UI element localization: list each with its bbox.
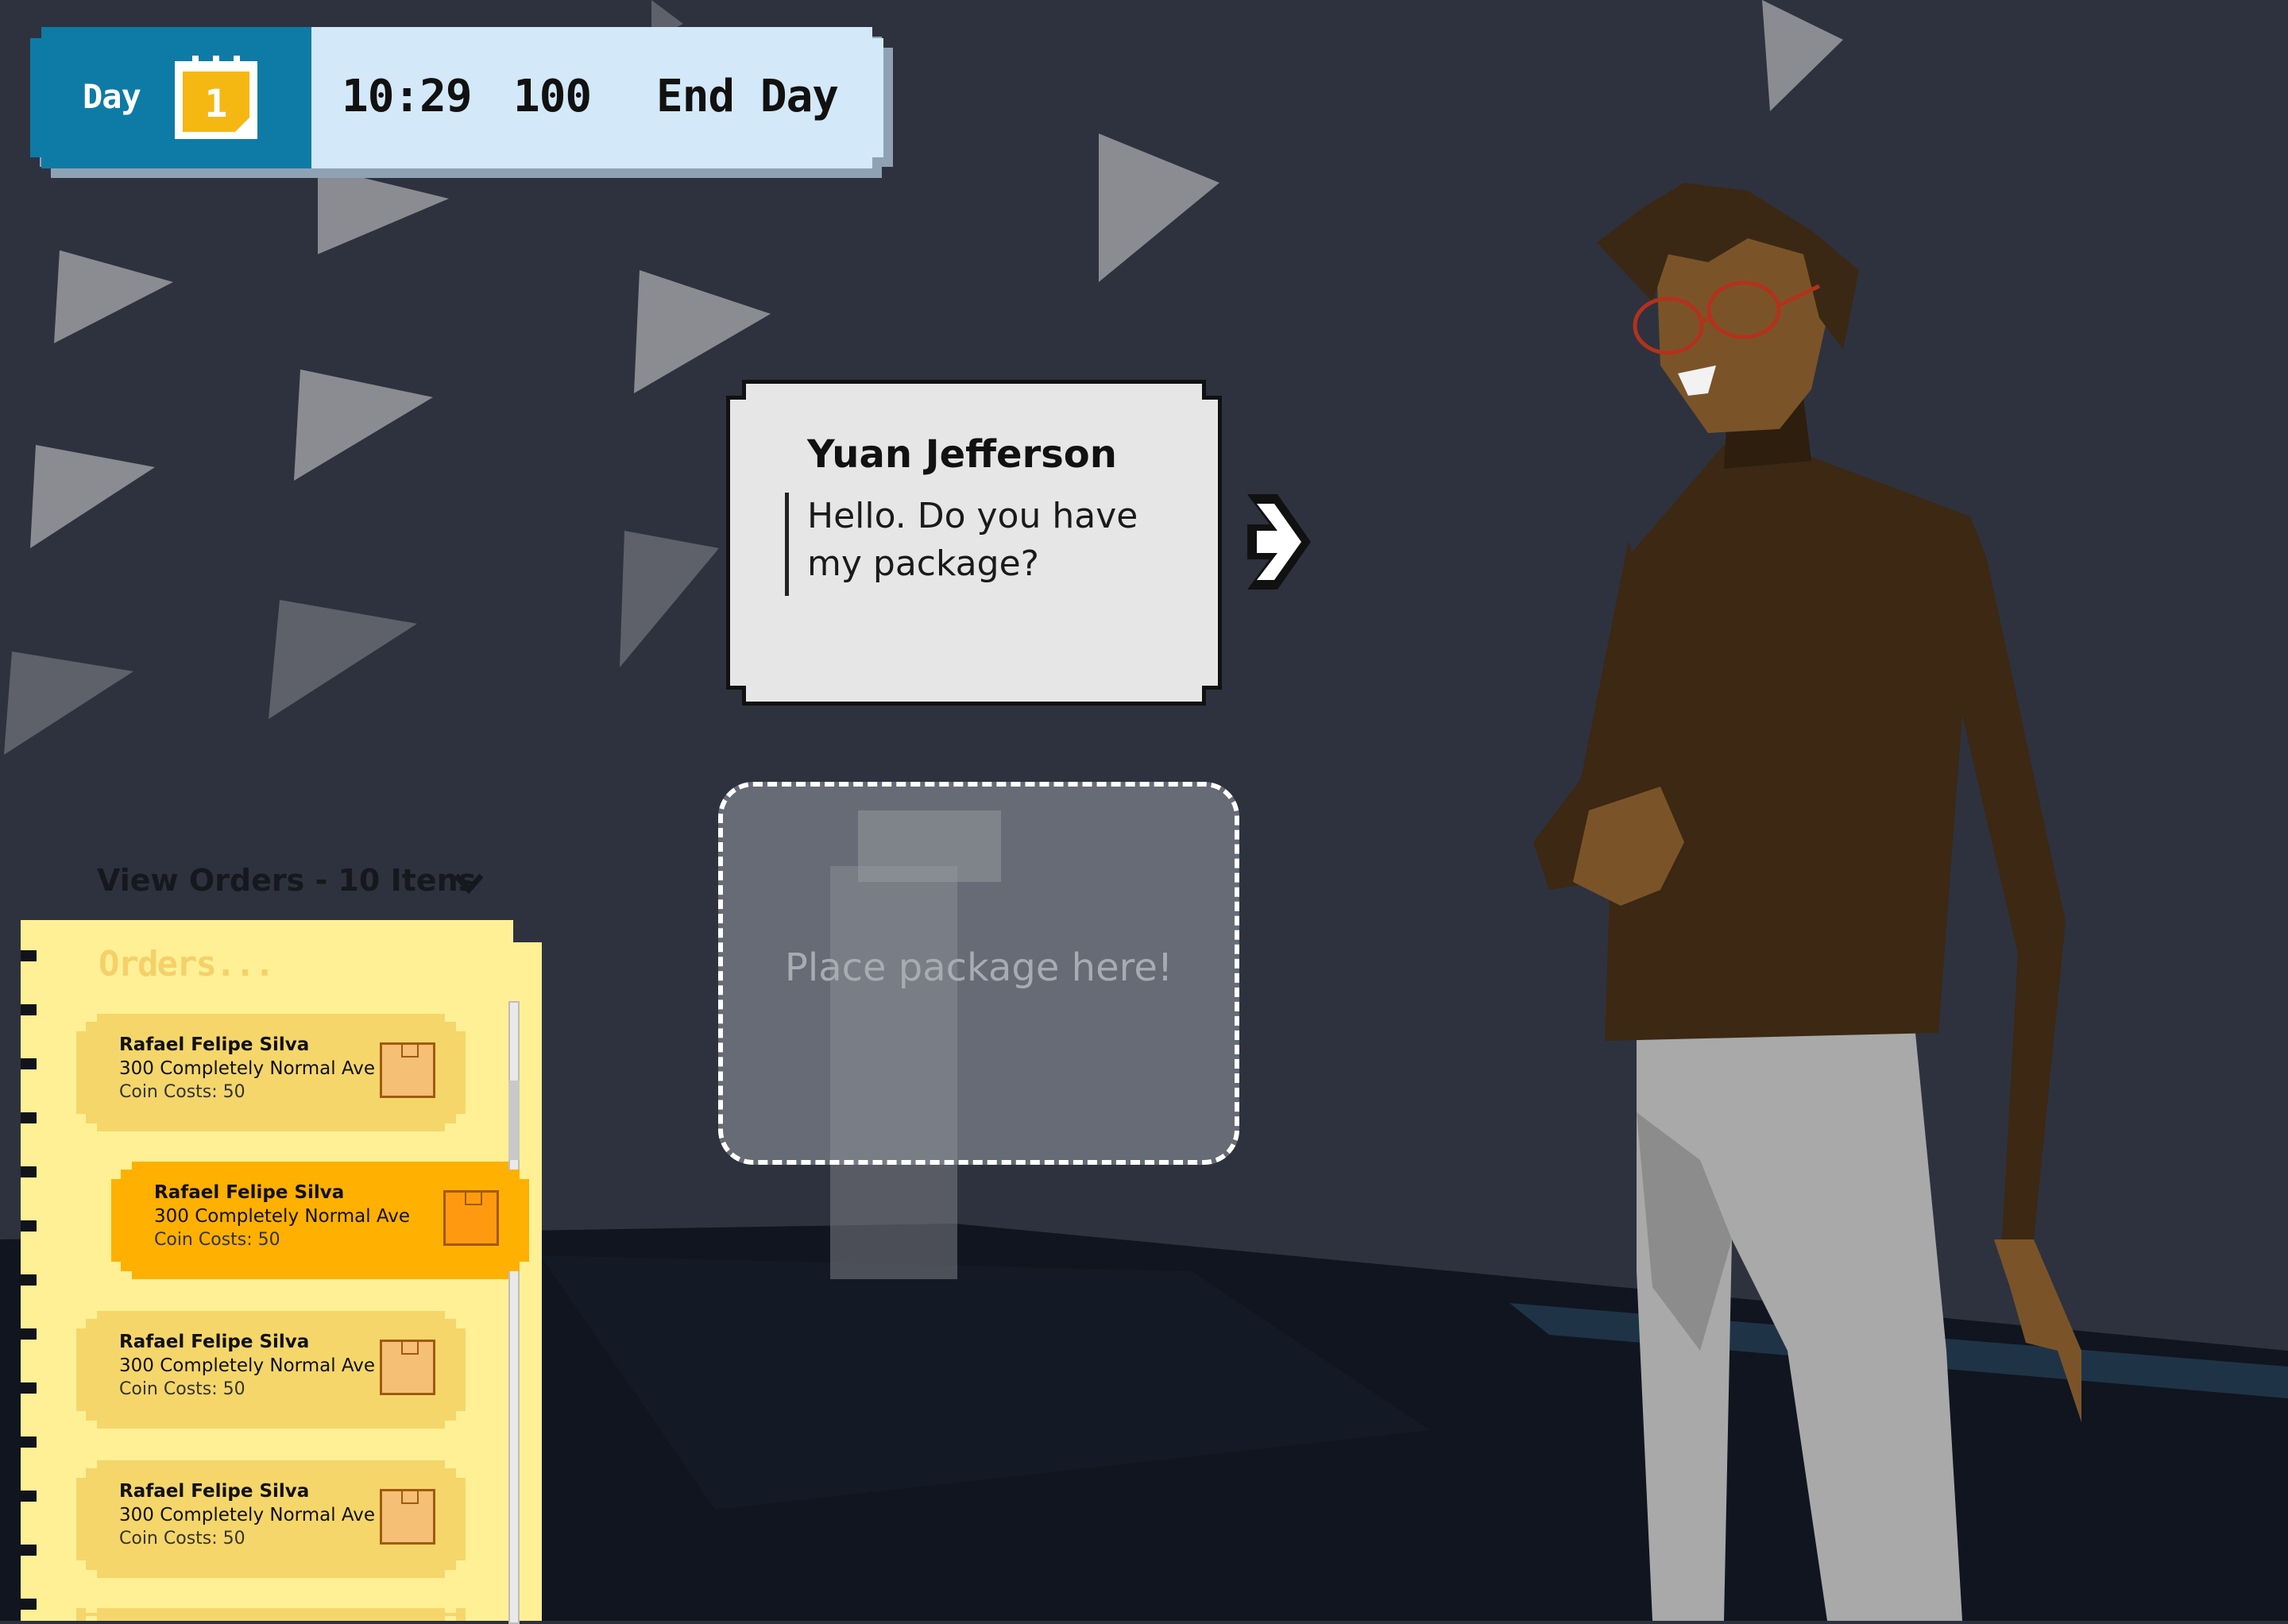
order-cost: Coin Costs: 50: [119, 1379, 245, 1399]
notebook-hole: [21, 1058, 37, 1069]
order-cost: Coin Costs: 50: [119, 1082, 245, 1102]
order-address: 300 Completely Normal Ave: [154, 1206, 411, 1227]
order-card-partial[interactable]: [76, 1608, 466, 1621]
package-icon: [443, 1190, 499, 1246]
notebook-hole: [21, 950, 37, 961]
order-card[interactable]: Rafael Felipe Silva 300 Completely Norma…: [76, 1014, 466, 1131]
end-day-button[interactable]: End Day: [656, 67, 839, 127]
next-arrow-icon[interactable]: [1239, 488, 1317, 596]
dialogue-text: Hello. Do you have my package?: [807, 496, 1138, 584]
order-card[interactable]: Rafael Felipe Silva 300 Completely Norma…: [76, 1460, 466, 1578]
day-panel: [30, 27, 311, 168]
notebook-hole: [21, 1436, 37, 1448]
order-card[interactable]: Rafael Felipe Silva 300 Completely Norma…: [76, 1311, 466, 1429]
clock-time: 10:29: [342, 71, 473, 122]
orders-notebook: Orders... Rafael Felipe Silva 300 Comple…: [21, 920, 542, 1624]
quote-bar: [785, 493, 789, 596]
notebook-title: Orders...: [99, 944, 275, 984]
notebook-hole: [21, 1328, 37, 1340]
order-name: Rafael Felipe Silva: [154, 1182, 345, 1203]
order-name: Rafael Felipe Silva: [119, 1481, 310, 1502]
day-label: Day: [83, 77, 141, 116]
order-name: Rafael Felipe Silva: [119, 1034, 310, 1055]
drop-zone-hint: Place package here!: [784, 945, 1173, 990]
order-address: 300 Completely Normal Ave: [119, 1505, 376, 1525]
order-name: Rafael Felipe Silva: [119, 1332, 310, 1352]
order-card-bg: [76, 1608, 466, 1621]
order-cost: Coin Costs: 50: [154, 1230, 280, 1250]
dialogue-box: Yuan Jefferson Hello. Do you have my pac…: [726, 380, 1222, 706]
notebook-hole: [21, 1274, 37, 1286]
notebook-hole: [21, 1112, 37, 1123]
day-number: 1: [204, 82, 228, 126]
coin-count: 100: [513, 71, 592, 122]
order-address: 300 Completely Normal Ave: [119, 1355, 376, 1376]
notebook-hole: [21, 1166, 37, 1177]
order-cost: Coin Costs: 50: [119, 1529, 245, 1549]
package-icon: [380, 1042, 435, 1098]
notebook-hole: [21, 1004, 37, 1015]
notebook-hole: [21, 1220, 37, 1232]
notebook-hole: [21, 1491, 37, 1502]
order-card-selected[interactable]: Rafael Felipe Silva 300 Completely Norma…: [111, 1162, 529, 1279]
hud-bar: Day 1 10:29 100 End Day: [30, 27, 883, 168]
notebook-hole: [21, 1599, 37, 1610]
notebook-hole: [21, 1545, 37, 1556]
chevron-down-icon[interactable]: [453, 871, 485, 896]
package-drop-zone[interactable]: Place package here!: [718, 782, 1239, 1165]
orders-scrollbar-thumb[interactable]: [508, 1081, 520, 1160]
package-icon: [380, 1340, 435, 1395]
order-address: 300 Completely Normal Ave: [119, 1058, 376, 1079]
view-orders-toggle[interactable]: View Orders - 10 Itens: [97, 863, 476, 898]
package-icon: [380, 1489, 435, 1545]
speaker-name: Yuan Jefferson: [807, 432, 1117, 477]
notebook-hole: [21, 1382, 37, 1394]
